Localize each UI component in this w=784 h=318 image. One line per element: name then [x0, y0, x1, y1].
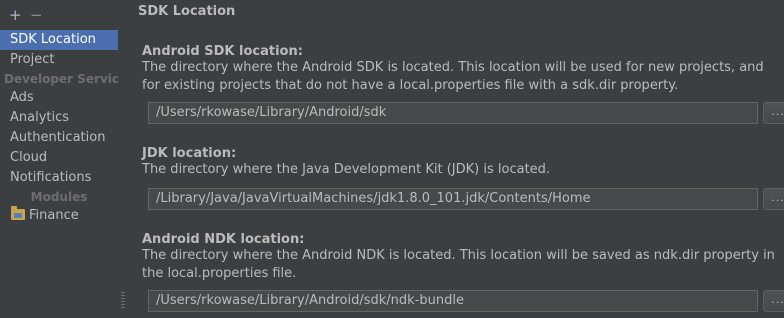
jdk-browse-button[interactable]: ... — [763, 188, 784, 210]
sidebar: + − SDK Location Project Developer Servi… — [0, 0, 118, 318]
android-ndk-path-field[interactable]: /Users/rkowase/Library/Android/sdk/ndk-b… — [148, 290, 758, 312]
sidebar-item-cloud[interactable]: Cloud — [0, 148, 118, 168]
sidebar-item-notifications[interactable]: Notifications — [0, 168, 118, 188]
jdk-description: The directory where the Java Development… — [142, 162, 551, 177]
android-ndk-label: Android NDK location: — [142, 232, 305, 247]
android-ndk-browse-button[interactable]: ... — [763, 290, 784, 312]
android-sdk-path-field[interactable]: /Users/rkowase/Library/Android/sdk — [148, 102, 758, 124]
developer-services-header: Developer Services — [4, 72, 118, 86]
android-sdk-browse-button[interactable]: ... — [763, 102, 784, 124]
module-label: Finance — [29, 208, 79, 223]
sidebar-item-authentication[interactable]: Authentication — [0, 128, 118, 148]
sidebar-item-sdk-location[interactable]: SDK Location — [0, 30, 118, 50]
folder-icon — [11, 206, 25, 220]
android-sdk-description: The directory where the Android SDK is l… — [142, 60, 764, 93]
sidebar-item-ads[interactable]: Ads — [0, 88, 118, 108]
page-title: SDK Location — [138, 4, 236, 19]
main-panel: SDK Location Android SDK location: The d… — [128, 0, 784, 318]
sidebar-module-finance[interactable]: Finance — [0, 206, 118, 226]
sidebar-item-project[interactable]: Project — [0, 50, 118, 70]
remove-icon[interactable]: − — [30, 6, 43, 24]
sidebar-toolbar: + − — [0, 0, 118, 30]
splitter-grip-icon[interactable] — [121, 292, 125, 308]
android-ndk-description: The directory where the Android NDK is l… — [142, 248, 775, 281]
jdk-path-field[interactable]: /Library/Java/JavaVirtualMachines/jdk1.8… — [148, 188, 758, 210]
sidebar-item-analytics[interactable]: Analytics — [0, 108, 118, 128]
android-sdk-label: Android SDK location: — [142, 44, 303, 59]
splitter[interactable] — [118, 0, 128, 318]
modules-header: Modules — [30, 190, 88, 204]
add-icon[interactable]: + — [9, 6, 22, 24]
jdk-label: JDK location: — [142, 146, 237, 161]
